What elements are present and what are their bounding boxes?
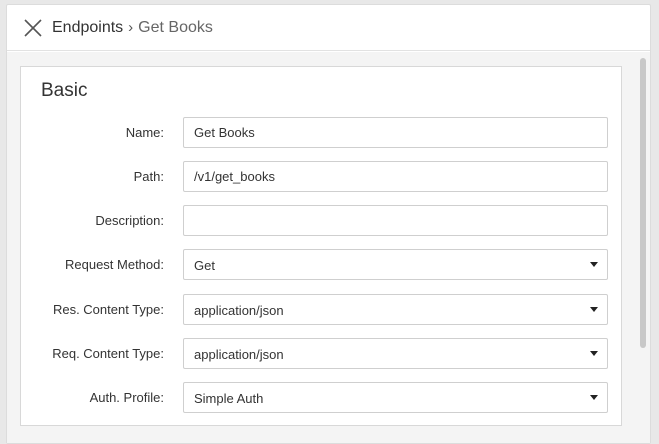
description-input[interactable] bbox=[183, 205, 608, 236]
breadcrumb: Endpoints › Get Books bbox=[52, 18, 213, 38]
chevron-down-icon bbox=[590, 395, 598, 400]
section-title: Basic bbox=[41, 80, 88, 101]
name-input[interactable] bbox=[183, 117, 608, 148]
request-method-value: Get bbox=[194, 258, 215, 273]
auth-profile-row: Auth. Profile: Simple Auth bbox=[21, 382, 621, 414]
description-label: Description: bbox=[95, 213, 164, 228]
close-icon bbox=[24, 19, 42, 37]
request-method-select[interactable]: Get bbox=[183, 249, 608, 280]
description-row: Description: bbox=[21, 205, 621, 237]
panel-content: Basic Name: Path: Description: Request M… bbox=[7, 52, 650, 443]
panel-header: Endpoints › Get Books bbox=[7, 5, 650, 51]
req-content-type-row: Req. Content Type: application/json bbox=[21, 338, 621, 370]
chevron-down-icon bbox=[590, 262, 598, 267]
endpoint-panel: Endpoints ›Get Books Basic Name: Path: De… bbox=[6, 4, 651, 444]
path-label: Path: bbox=[133, 169, 164, 184]
name-label: Name: bbox=[125, 125, 164, 140]
req-content-type-label: Req. Content Type: bbox=[52, 346, 164, 361]
basic-section-card: Basic Name: Path: Description: Request M… bbox=[20, 66, 622, 426]
path-input[interactable] bbox=[183, 161, 608, 192]
res-content-type-label: Res. Content Type: bbox=[52, 302, 164, 317]
auth-profile-value: Simple Auth bbox=[194, 391, 264, 406]
chevron-down-icon bbox=[590, 307, 598, 312]
chevron-down-icon bbox=[590, 351, 598, 356]
close-button[interactable] bbox=[23, 18, 43, 38]
res-content-type-row: Res. Content Type: application/json bbox=[21, 294, 621, 326]
request-method-label: Request Method: bbox=[64, 257, 164, 272]
breadcrumb-separator: › bbox=[128, 19, 134, 36]
request-method-row: Request Method: Get bbox=[21, 249, 621, 281]
auth-profile-select[interactable]: Simple Auth bbox=[183, 382, 608, 413]
res-content-type-select[interactable]: application/json bbox=[183, 294, 608, 325]
auth-profile-label: Auth. Profile: bbox=[89, 390, 164, 405]
breadcrumb-endpoints[interactable]: Endpoints bbox=[52, 19, 123, 36]
req-content-type-value: application/json bbox=[194, 347, 284, 362]
path-row: Path: bbox=[21, 161, 621, 193]
name-row: Name: bbox=[21, 117, 621, 149]
breadcrumb-current: Get Books bbox=[138, 19, 213, 36]
res-content-type-value: application/json bbox=[194, 303, 284, 318]
req-content-type-select[interactable]: application/json bbox=[183, 338, 608, 369]
vertical-scrollbar[interactable] bbox=[640, 58, 646, 348]
